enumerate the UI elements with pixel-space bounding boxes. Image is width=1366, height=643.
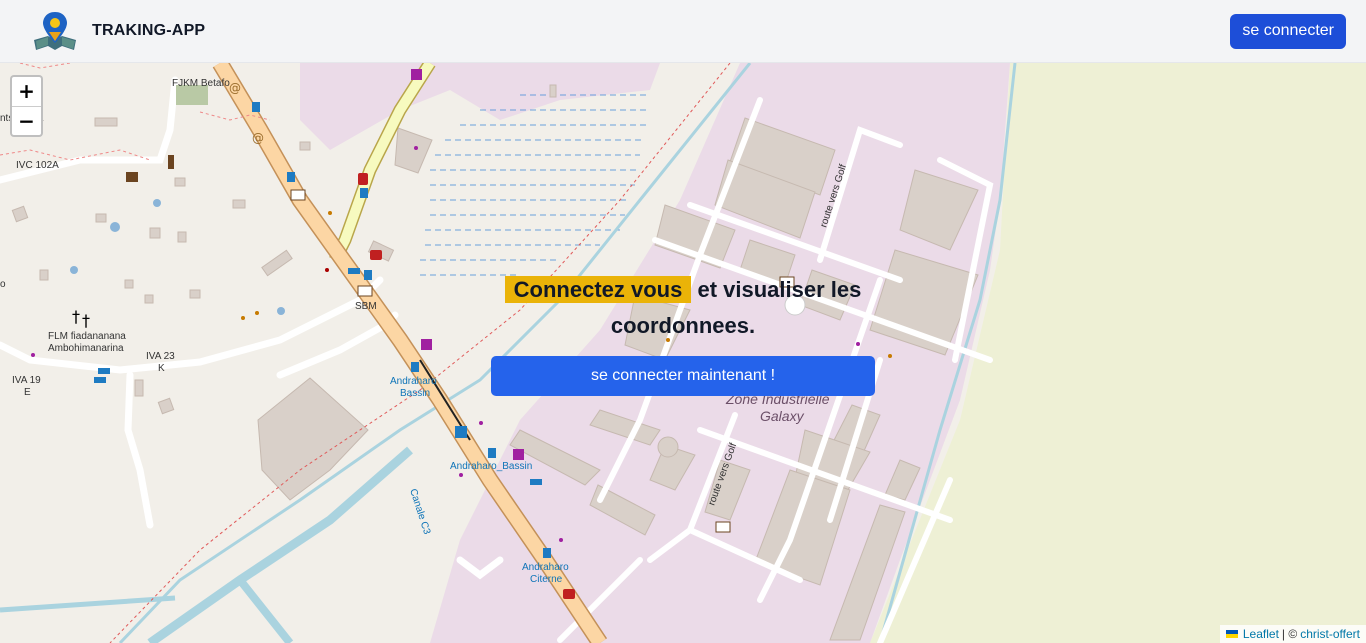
label-iva19-b: E	[24, 387, 31, 398]
app-title: TRAKING-APP	[92, 22, 206, 39]
hero-highlight: Connectez vous	[504, 276, 692, 303]
ukraine-flag-icon	[1225, 630, 1238, 638]
label-iva23-b: K	[158, 363, 165, 374]
hero-headline-line2: coordonnees.	[610, 313, 756, 338]
map-attribution: Leaflet | © christ-offert	[1219, 625, 1366, 643]
label-citerne-1: Andraharo	[522, 562, 569, 573]
top-navbar: TRAKING-APP se connecter	[0, 0, 1366, 63]
label-ivc: IVC 102A	[16, 160, 59, 171]
leaflet-link[interactable]: Leaflet	[1243, 627, 1279, 641]
label-bassin-2: Bassin	[400, 388, 430, 399]
label-bassin-1: Andraharo	[390, 376, 437, 387]
hero-overlay: Connectez vous et visualiser les coordon…	[491, 272, 875, 396]
svg-text:@: @	[229, 81, 241, 95]
hero-headline: Connectez vous et visualiser les coordon…	[491, 272, 875, 344]
label-citerne-2: Citerne	[530, 574, 563, 585]
label-o: o	[0, 279, 6, 290]
owner-link[interactable]: christ-offert	[1300, 627, 1360, 641]
label-zone-2: Galaxy	[760, 408, 805, 424]
map-pin-logo-icon	[34, 12, 76, 50]
zoom-out-button[interactable]: −	[12, 106, 41, 135]
login-button[interactable]: se connecter	[1230, 13, 1346, 49]
label-fjkm: FJKM Betafo	[172, 78, 230, 89]
svg-text:†: †	[82, 311, 90, 330]
zoom-in-button[interactable]: +	[12, 77, 41, 106]
label-flm-1: FLM fiadananana	[48, 331, 126, 342]
label-flm-2: Ambohimanarina	[48, 343, 124, 354]
svg-text:†: †	[72, 307, 80, 326]
attribution-separator: | ©	[1281, 627, 1298, 641]
svg-text:@: @	[252, 131, 264, 145]
hero-headline-rest: et visualiser les	[691, 277, 862, 302]
label-bassin-3: Andraharo_Bassin	[450, 461, 532, 472]
label-iva19: IVA 19	[12, 375, 41, 386]
connect-now-button[interactable]: se connecter maintenant !	[491, 356, 875, 396]
zoom-control: + −	[10, 75, 43, 137]
label-sbm: SBM	[355, 301, 377, 312]
label-iva23: IVA 23	[146, 351, 175, 362]
brand[interactable]: TRAKING-APP	[30, 10, 205, 52]
